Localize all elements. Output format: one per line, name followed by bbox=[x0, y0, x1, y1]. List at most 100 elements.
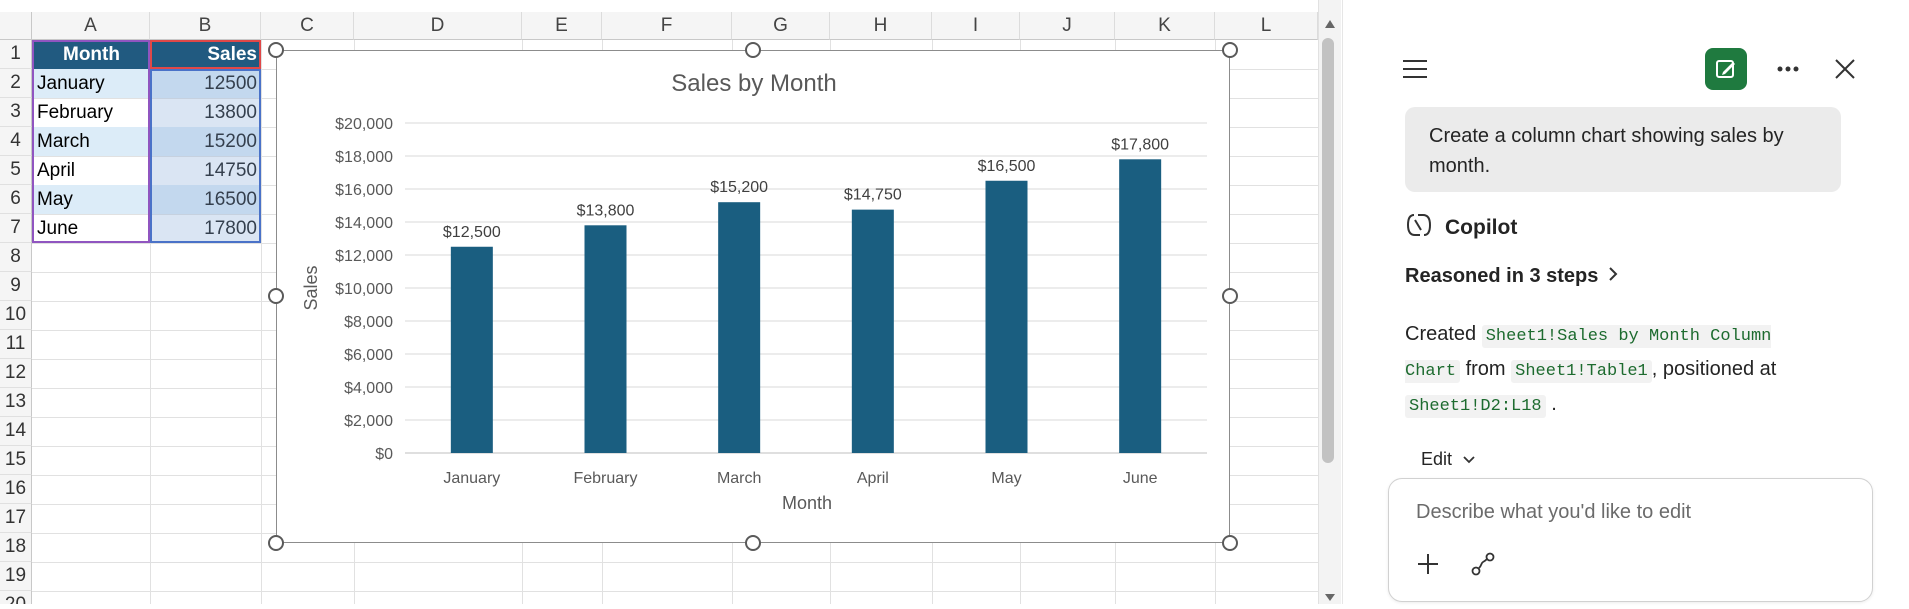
assistant-response: Created Sheet1!Sales by Month Column Cha… bbox=[1405, 318, 1825, 423]
plus-icon[interactable] bbox=[1413, 549, 1443, 579]
table-cell-month[interactable]: May bbox=[33, 185, 150, 214]
table-header-month[interactable]: Month bbox=[33, 40, 150, 69]
row-header[interactable]: 20 bbox=[0, 591, 32, 604]
table-cell-month[interactable]: February bbox=[33, 98, 150, 127]
resize-handle-left[interactable] bbox=[268, 288, 284, 304]
close-icon[interactable] bbox=[1830, 54, 1860, 84]
reasoning-toggle[interactable]: Reasoned in 3 steps bbox=[1405, 265, 1618, 288]
table-header-sales[interactable]: Sales bbox=[150, 40, 261, 69]
column-header[interactable]: C bbox=[261, 12, 354, 40]
data-label: $17,800 bbox=[1111, 136, 1169, 153]
row-header[interactable]: 1 bbox=[0, 40, 32, 69]
table-cell-sales[interactable]: 15200 bbox=[150, 127, 261, 156]
table-cell-sales[interactable]: 17800 bbox=[150, 214, 261, 243]
y-tick-label: $20,000 bbox=[335, 116, 393, 133]
table-name-code: Sheet1!Table1 bbox=[1511, 360, 1652, 383]
more-icon[interactable] bbox=[1773, 54, 1803, 84]
row-header[interactable]: 2 bbox=[0, 69, 32, 98]
table-cell-sales[interactable]: 12500 bbox=[150, 69, 261, 98]
column-header[interactable]: F bbox=[602, 12, 732, 40]
row-header[interactable]: 15 bbox=[0, 446, 32, 475]
spreadsheet-grid[interactable]: ABCDEFGHIJKL 1 2 3 4 5 6 7 8 9 10 11 12 13 14 15 16 17 18… bbox=[0, 0, 1318, 604]
x-tick-label: May bbox=[991, 470, 1021, 487]
y-tick-label: $6,000 bbox=[344, 347, 393, 364]
edit-input-placeholder[interactable]: Describe what you'd like to edit bbox=[1416, 501, 1691, 524]
new-chat-icon[interactable] bbox=[1705, 48, 1747, 90]
response-text: , positioned at bbox=[1651, 358, 1777, 380]
column-header[interactable]: H bbox=[830, 12, 932, 40]
edit-input-box[interactable]: Describe what you'd like to edit bbox=[1388, 478, 1873, 602]
range-code: Sheet1!D2:L18 bbox=[1405, 395, 1546, 418]
table-cell-sales[interactable]: 16500 bbox=[150, 185, 261, 214]
y-axis-label: Sales bbox=[301, 265, 321, 310]
edit-label: Edit bbox=[1421, 449, 1453, 469]
row-header[interactable]: 13 bbox=[0, 388, 32, 417]
response-text: . bbox=[1551, 393, 1557, 415]
data-label: $13,800 bbox=[577, 202, 635, 219]
row-header[interactable]: 9 bbox=[0, 272, 32, 301]
bar bbox=[985, 180, 1028, 453]
table-cell-sales[interactable]: 14750 bbox=[150, 156, 261, 185]
resize-handle-right[interactable] bbox=[1222, 288, 1238, 304]
table-cell-month[interactable]: June bbox=[33, 214, 150, 243]
column-header[interactable]: D bbox=[354, 12, 522, 40]
column-header[interactable]: K bbox=[1115, 12, 1215, 40]
x-tick-label: June bbox=[1123, 470, 1158, 487]
grid-line bbox=[32, 562, 1318, 563]
resize-handle-top[interactable] bbox=[745, 42, 761, 58]
column-header[interactable]: A bbox=[32, 12, 150, 40]
row-header[interactable]: 18 bbox=[0, 533, 32, 562]
row-header[interactable]: 6 bbox=[0, 185, 32, 214]
resize-handle-bottom[interactable] bbox=[745, 535, 761, 551]
table-cell-month[interactable]: January bbox=[33, 69, 150, 98]
chevron-right-icon bbox=[1608, 265, 1618, 288]
column-chart[interactable]: Sales by Month $0 $2,000 $4,000 $6,000 $8,000… bbox=[276, 50, 1230, 543]
data-label: $15,200 bbox=[710, 179, 768, 196]
select-all-corner[interactable] bbox=[0, 12, 32, 40]
column-header[interactable]: E bbox=[522, 12, 602, 40]
resize-handle-top-left[interactable] bbox=[268, 42, 284, 58]
y-tick-label: $16,000 bbox=[335, 182, 393, 199]
grid-line bbox=[261, 40, 262, 604]
bar bbox=[584, 225, 627, 453]
row-header[interactable]: 12 bbox=[0, 359, 32, 388]
user-message: Create a column chart showing sales by m… bbox=[1405, 107, 1841, 192]
connector-icon[interactable] bbox=[1468, 549, 1498, 579]
column-header[interactable]: B bbox=[150, 12, 261, 40]
table-cell-sales[interactable]: 13800 bbox=[150, 98, 261, 127]
row-header[interactable]: 5 bbox=[0, 156, 32, 185]
row-header[interactable]: 14 bbox=[0, 417, 32, 446]
row-header[interactable]: 4 bbox=[0, 127, 32, 156]
scrollbar-thumb[interactable] bbox=[1322, 38, 1334, 463]
row-header[interactable]: 19 bbox=[0, 562, 32, 591]
reasoning-label: Reasoned in 3 steps bbox=[1405, 265, 1599, 287]
x-axis-label: Month bbox=[782, 493, 832, 513]
row-header[interactable]: 3 bbox=[0, 98, 32, 127]
y-tick-label: $10,000 bbox=[335, 281, 393, 298]
row-header[interactable]: 8 bbox=[0, 243, 32, 272]
data-label: $16,500 bbox=[978, 158, 1036, 175]
column-header[interactable]: I bbox=[932, 12, 1020, 40]
menu-icon[interactable] bbox=[1400, 54, 1430, 84]
chart-svg: Sales by Month $0 $2,000 $4,000 $6,000 $8,000… bbox=[301, 70, 1207, 513]
table-cell-month[interactable]: April bbox=[33, 156, 150, 185]
row-header[interactable]: 11 bbox=[0, 330, 32, 359]
column-header[interactable]: J bbox=[1020, 12, 1115, 40]
row-header[interactable]: 7 bbox=[0, 214, 32, 243]
row-header[interactable]: 17 bbox=[0, 504, 32, 533]
column-header[interactable]: G bbox=[732, 12, 830, 40]
resize-handle-top-right[interactable] bbox=[1222, 42, 1238, 58]
y-tick-label: $18,000 bbox=[335, 149, 393, 166]
row-header[interactable]: 16 bbox=[0, 475, 32, 504]
assistant-name: Copilot bbox=[1445, 216, 1518, 239]
row-header[interactable]: 10 bbox=[0, 301, 32, 330]
resize-handle-bottom-right[interactable] bbox=[1222, 535, 1238, 551]
y-tick-label: $4,000 bbox=[344, 380, 393, 397]
bar bbox=[851, 209, 894, 453]
column-header[interactable]: L bbox=[1215, 12, 1318, 40]
chart-title: Sales by Month bbox=[671, 70, 836, 97]
table-cell-month[interactable]: March bbox=[33, 127, 150, 156]
edit-dropdown[interactable]: Edit bbox=[1421, 449, 1476, 470]
resize-handle-bottom-left[interactable] bbox=[268, 535, 284, 551]
y-tick-label: $14,000 bbox=[335, 215, 393, 232]
